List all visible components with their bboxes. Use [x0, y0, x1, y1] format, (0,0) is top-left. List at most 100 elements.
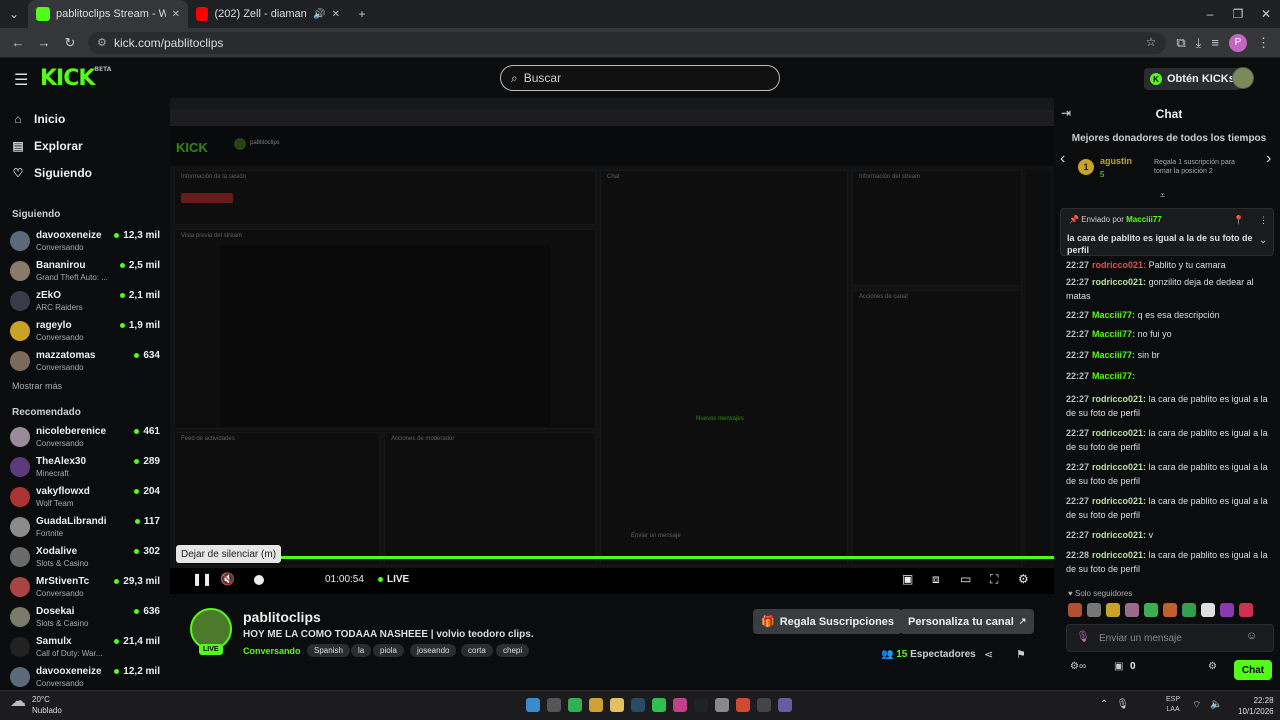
chat-points-icon[interactable]: ⚙∞: [1070, 661, 1086, 672]
theater-mode-icon[interactable]: ▭: [960, 572, 971, 586]
channel-item[interactable]: TheAlex30 Minecraft 289: [10, 454, 160, 482]
instagram-icon[interactable]: [673, 698, 687, 712]
video-player[interactable]: KICK pablitoclips Información de la sesi…: [170, 98, 1054, 594]
chat-message-input[interactable]: Enviar un mensaje: [1066, 624, 1274, 652]
chat-message[interactable]: 22:27 rodricco021: gonzilito deja de dede…: [1066, 275, 1270, 303]
app-icon[interactable]: [778, 698, 792, 712]
close-window-icon[interactable]: ✕: [1252, 7, 1280, 21]
message-username[interactable]: rodricco021:: [1092, 260, 1146, 270]
stream-category[interactable]: Conversando: [243, 646, 301, 656]
pinned-expand-icon[interactable]: ⌄: [1259, 235, 1267, 246]
emote[interactable]: [1239, 603, 1253, 617]
maximize-icon[interactable]: ❐: [1224, 7, 1252, 21]
nav-home[interactable]: ⌂ Inicio: [12, 112, 65, 126]
prev-arrow-icon[interactable]: ‹: [1060, 150, 1065, 168]
playback-progress-bar[interactable]: [178, 556, 1054, 559]
message-username[interactable]: rodricco021:: [1092, 462, 1146, 472]
media-icon[interactable]: ≡: [1211, 35, 1219, 50]
user-avatar[interactable]: [1232, 67, 1254, 89]
customize-channel-button[interactable]: Personaliza tu canal ↗: [900, 609, 1035, 634]
donor-name[interactable]: agustin: [1100, 156, 1132, 166]
channel-item[interactable]: zEkO ARC Raiders 2,1 mil: [10, 288, 160, 316]
obs-icon[interactable]: [757, 698, 771, 712]
tab-kick[interactable]: pablitoclips Stream - Watch Liv ✕: [28, 0, 188, 28]
message-username[interactable]: rodricco021:: [1092, 550, 1146, 560]
downloads-icon[interactable]: ⤓: [1196, 35, 1202, 51]
nav-following[interactable]: ♡ Siguiendo: [12, 166, 92, 180]
clock[interactable]: 22:28 10/1/2026: [1238, 695, 1274, 717]
message-username[interactable]: Macciii77:: [1092, 371, 1135, 381]
gift-subscriptions-button[interactable]: 🎁 Regala Suscripciones: [753, 609, 903, 634]
chat-message[interactable]: 22:28 rodricco021: la cara de pablito es …: [1066, 548, 1270, 576]
muted-volume-icon[interactable]: 🔇: [220, 572, 235, 586]
channel-item[interactable]: nicoleberenice Conversando 461: [10, 424, 160, 452]
clip-icon[interactable]: ⧈: [932, 572, 940, 587]
next-arrow-icon[interactable]: ›: [1266, 150, 1271, 168]
emote[interactable]: [1068, 603, 1082, 617]
wifi-icon[interactable]: ⌔: [1192, 699, 1201, 712]
tab-search-icon[interactable]: ⌄: [0, 7, 28, 21]
url-bar[interactable]: ⚙ kick.com/pablitoclips ☆: [88, 31, 1167, 54]
emote[interactable]: [1201, 603, 1215, 617]
channel-item[interactable]: davooxeneize Conversando 12,2 mil: [10, 664, 160, 692]
message-username[interactable]: Macciii77:: [1092, 329, 1135, 339]
back-icon[interactable]: ←: [10, 35, 26, 50]
tag[interactable]: joseando: [410, 644, 457, 657]
tag[interactable]: Spanish: [307, 644, 350, 657]
channel-item[interactable]: mazzatomas Conversando 634: [10, 348, 160, 376]
message-username[interactable]: rodricco021:: [1092, 277, 1146, 287]
chat-message[interactable]: 22:27 rodricco021: v: [1066, 528, 1270, 542]
start-icon[interactable]: [526, 698, 540, 712]
chat-message[interactable]: 22:27 rodricco021: la cara de pablito es …: [1066, 494, 1270, 522]
chat-settings-icon[interactable]: ⚙: [1208, 661, 1217, 672]
explorer-icon[interactable]: [589, 698, 603, 712]
message-username[interactable]: rodricco021:: [1092, 394, 1146, 404]
new-tab-icon[interactable]: +: [348, 7, 376, 21]
fullscreen-icon[interactable]: ⛶: [990, 572, 998, 587]
site-info-icon[interactable]: ⚙: [97, 36, 107, 49]
tag[interactable]: chepi: [496, 644, 530, 657]
kick-logo[interactable]: KICKBETA: [40, 66, 111, 91]
emote[interactable]: [1106, 603, 1120, 617]
chat-message[interactable]: 22:27 rodricco021: Pablito y tu camara: [1066, 258, 1270, 272]
chat-message[interactable]: 22:27 Macciii77:: [1066, 369, 1270, 383]
tag[interactable]: piola: [373, 644, 404, 657]
app-icon[interactable]: [715, 698, 729, 712]
search-input[interactable]: ⌕ Buscar: [500, 65, 780, 91]
tab-close-icon[interactable]: ✕: [172, 9, 180, 20]
tab-close-icon[interactable]: ✕: [332, 9, 340, 20]
chrome-icon[interactable]: [736, 698, 750, 712]
steam-icon[interactable]: [631, 698, 645, 712]
follow-user-icon[interactable]: ⚑: [1016, 648, 1026, 661]
channel-item[interactable]: MrStivenTc Conversando 29,3 mil: [10, 574, 160, 602]
channel-item[interactable]: Bananirou Grand Theft Auto: ... 2,5 mil: [10, 258, 160, 286]
audio-icon[interactable]: 🔊: [313, 9, 325, 20]
speaker-icon[interactable]: 🔈: [1210, 699, 1222, 710]
message-username[interactable]: rodricco021:: [1092, 496, 1146, 506]
chest-icon[interactable]: ▣: [1114, 661, 1123, 672]
expand-donors-icon[interactable]: ⩡: [1160, 190, 1165, 201]
emote[interactable]: [1087, 603, 1101, 617]
files-icon[interactable]: [610, 698, 624, 712]
chat-send-button[interactable]: Chat: [1234, 660, 1272, 680]
volume-slider-handle[interactable]: [254, 575, 264, 585]
share-icon[interactable]: ⋖: [984, 648, 993, 661]
chat-message[interactable]: 22:27 Macciii77: no fui yo: [1066, 327, 1270, 341]
unpin-icon[interactable]: 📍: [1233, 215, 1244, 226]
channel-item[interactable]: GuadaLibrandi Fortnite 117: [10, 514, 160, 542]
emoji-picker-icon[interactable]: ☺: [1246, 630, 1257, 642]
get-kicks-button[interactable]: K Obtén KICKs: [1144, 68, 1241, 90]
emote[interactable]: [1220, 603, 1234, 617]
tag[interactable]: corta: [461, 644, 493, 657]
reload-icon[interactable]: ↻: [62, 35, 78, 51]
pinned-menu-icon[interactable]: ⋮: [1259, 215, 1268, 226]
tiktok-icon[interactable]: [694, 698, 708, 712]
streamer-name[interactable]: pablitoclips: [243, 609, 321, 625]
message-username[interactable]: rodricco021:: [1092, 428, 1146, 438]
channel-item[interactable]: vakyflowxd Wolf Team 204: [10, 484, 160, 512]
chevron-up-icon[interactable]: ⌃: [1100, 699, 1108, 710]
spotify-icon[interactable]: [652, 698, 666, 712]
chat-message[interactable]: 22:27 rodricco021: la cara de pablito es …: [1066, 426, 1270, 454]
microphone-icon[interactable]: 🎙: [1116, 699, 1129, 710]
tab-youtube[interactable]: (202) Zell - diamante (Audi 🔊 ✕: [188, 0, 348, 28]
